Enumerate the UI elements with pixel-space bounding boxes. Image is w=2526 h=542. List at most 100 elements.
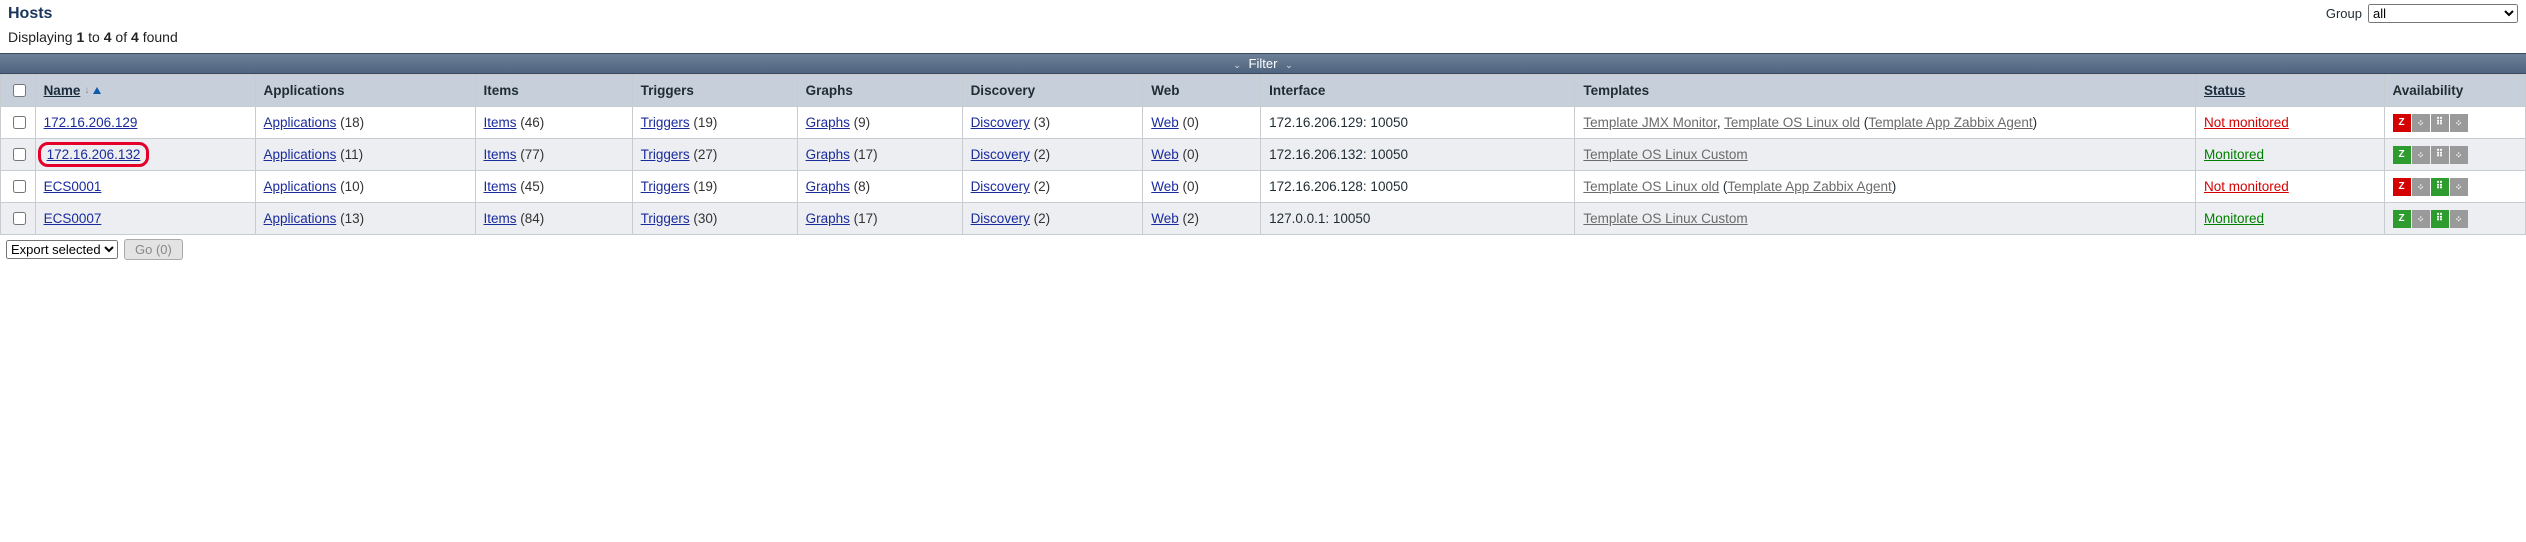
col-name-sort[interactable]: Name [44, 83, 81, 98]
col-web: Web [1143, 75, 1261, 107]
availability-snmp-icon: ܀ [2412, 146, 2430, 164]
templates-cell: Template JMX Monitor, Template OS Linux … [1575, 107, 2196, 139]
applications-link[interactable]: Applications [264, 211, 337, 226]
host-name-link[interactable]: ECS0001 [44, 179, 102, 194]
interface-cell: 172.16.206.128: 10050 [1261, 171, 1575, 203]
items-link[interactable]: Items [484, 147, 517, 162]
graphs-link[interactable]: Graphs [806, 115, 850, 130]
table-row: ECS0001Applications (10)Items (45)Trigge… [1, 171, 2526, 203]
row-checkbox[interactable] [13, 212, 26, 225]
group-label: Group [2326, 6, 2362, 21]
availability-jmx-icon: ⠿ [2431, 114, 2449, 132]
triggers-link-count: (27) [690, 147, 718, 162]
row-checkbox[interactable] [13, 116, 26, 129]
items-link-count: (45) [517, 179, 545, 194]
filter-label: Filter [1249, 56, 1278, 71]
web-link[interactable]: Web [1151, 211, 1179, 226]
web-link[interactable]: Web [1151, 147, 1179, 162]
table-row: 172.16.206.129 Applications (18) Items (46… [1, 107, 2526, 139]
availability-snmp-icon: ܀ [2412, 178, 2430, 196]
applications-link[interactable]: Applications [264, 147, 337, 162]
displaying-info: Displaying 1 to 4 of 4 found [0, 23, 2526, 53]
triggers-link-count: (30) [690, 211, 718, 226]
status-link[interactable]: Not monitored [2204, 179, 2289, 194]
web-link[interactable]: Web [1151, 179, 1179, 194]
col-templates: Templates [1575, 75, 2196, 107]
select-all-checkbox[interactable] [13, 84, 26, 97]
items-link-count: (77) [517, 147, 545, 162]
hosts-table: Name ↓ Applications Items Triggers Graph… [0, 74, 2526, 235]
applications-link-count: (18) [336, 115, 364, 130]
discovery-link-count: (2) [1030, 211, 1050, 226]
host-name-link[interactable]: 172.16.206.129 [44, 115, 138, 130]
host-name-link[interactable]: ECS0007 [44, 211, 102, 226]
chevron-down-icon: ⌄ [1281, 60, 1297, 70]
filter-toggle[interactable]: ⌄ Filter ⌄ [0, 53, 2526, 74]
chevron-down-icon: ⌄ [1229, 60, 1245, 70]
graphs-link[interactable]: Graphs [806, 211, 850, 226]
templates-cell: Template OS Linux old (Template App Zabb… [1575, 171, 2196, 203]
discovery-link[interactable]: Discovery [971, 179, 1030, 194]
template-link[interactable]: Template OS Linux Custom [1583, 147, 1747, 162]
table-row: ECS0007 Applications (13) Items (84) Trigge… [1, 203, 2526, 235]
items-link-count: (46) [517, 115, 545, 130]
template-link[interactable]: Template JMX Monitor [1583, 115, 1717, 130]
graphs-link[interactable]: Graphs [806, 179, 850, 194]
group-select[interactable]: all [2368, 4, 2518, 23]
row-checkbox[interactable] [13, 148, 26, 161]
sort-asc-icon [93, 87, 101, 94]
items-link-count: (84) [517, 211, 545, 226]
triggers-link[interactable]: Triggers [641, 179, 690, 194]
availability-zbx-icon: Z [2393, 114, 2411, 132]
templates-cell: Template OS Linux Custom [1575, 139, 2196, 171]
graphs-link[interactable]: Graphs [806, 147, 850, 162]
template-link[interactable]: Template OS Linux old [1583, 179, 1719, 194]
go-button[interactable]: Go (0) [124, 239, 183, 260]
triggers-link[interactable]: Triggers [641, 147, 690, 162]
availability-ipmi-icon: ܀ [2450, 210, 2468, 228]
template-link[interactable]: Template OS Linux Custom [1583, 211, 1747, 226]
templates-cell: Template OS Linux Custom [1575, 203, 2196, 235]
row-checkbox[interactable] [13, 180, 26, 193]
col-discovery: Discovery [962, 75, 1143, 107]
col-status-sort[interactable]: Status [2204, 83, 2245, 98]
graphs-link-count: (17) [850, 147, 878, 162]
template-link[interactable]: Template OS Linux old [1724, 115, 1860, 130]
col-availability: Availability [2384, 75, 2525, 107]
highlighted-host: 172.16.206.132 [38, 142, 150, 167]
web-link-count: (0) [1179, 115, 1199, 130]
discovery-link[interactable]: Discovery [971, 211, 1030, 226]
web-link-count: (0) [1179, 179, 1199, 194]
items-link[interactable]: Items [484, 115, 517, 130]
triggers-link-count: (19) [690, 115, 718, 130]
items-link[interactable]: Items [484, 211, 517, 226]
template-link[interactable]: Template App Zabbix Agent [1727, 179, 1891, 194]
items-link[interactable]: Items [484, 179, 517, 194]
availability-snmp-icon: ܀ [2412, 114, 2430, 132]
discovery-link-count: (2) [1030, 179, 1050, 194]
col-interface: Interface [1261, 75, 1575, 107]
applications-link[interactable]: Applications [264, 179, 337, 194]
applications-link-count: (13) [336, 211, 364, 226]
availability-icons: Z܀⠿܀ [2393, 210, 2517, 228]
col-graphs: Graphs [797, 75, 962, 107]
discovery-link[interactable]: Discovery [971, 115, 1030, 130]
availability-jmx-icon: ⠿ [2431, 178, 2449, 196]
status-link[interactable]: Monitored [2204, 147, 2264, 162]
status-link[interactable]: Monitored [2204, 211, 2264, 226]
template-link[interactable]: Template App Zabbix Agent [1868, 115, 2032, 130]
web-link[interactable]: Web [1151, 115, 1179, 130]
host-name-link[interactable]: 172.16.206.132 [47, 147, 141, 162]
status-link[interactable]: Not monitored [2204, 115, 2289, 130]
availability-ipmi-icon: ܀ [2450, 114, 2468, 132]
interface-cell: 172.16.206.132: 10050 [1261, 139, 1575, 171]
discovery-link[interactable]: Discovery [971, 147, 1030, 162]
availability-zbx-icon: Z [2393, 146, 2411, 164]
graphs-link-count: (9) [850, 115, 870, 130]
triggers-link[interactable]: Triggers [641, 115, 690, 130]
triggers-link[interactable]: Triggers [641, 211, 690, 226]
applications-link[interactable]: Applications [264, 115, 337, 130]
triggers-link-count: (19) [690, 179, 718, 194]
bulk-action-select[interactable]: Export selected [6, 240, 118, 259]
applications-link-count: (11) [336, 147, 363, 162]
